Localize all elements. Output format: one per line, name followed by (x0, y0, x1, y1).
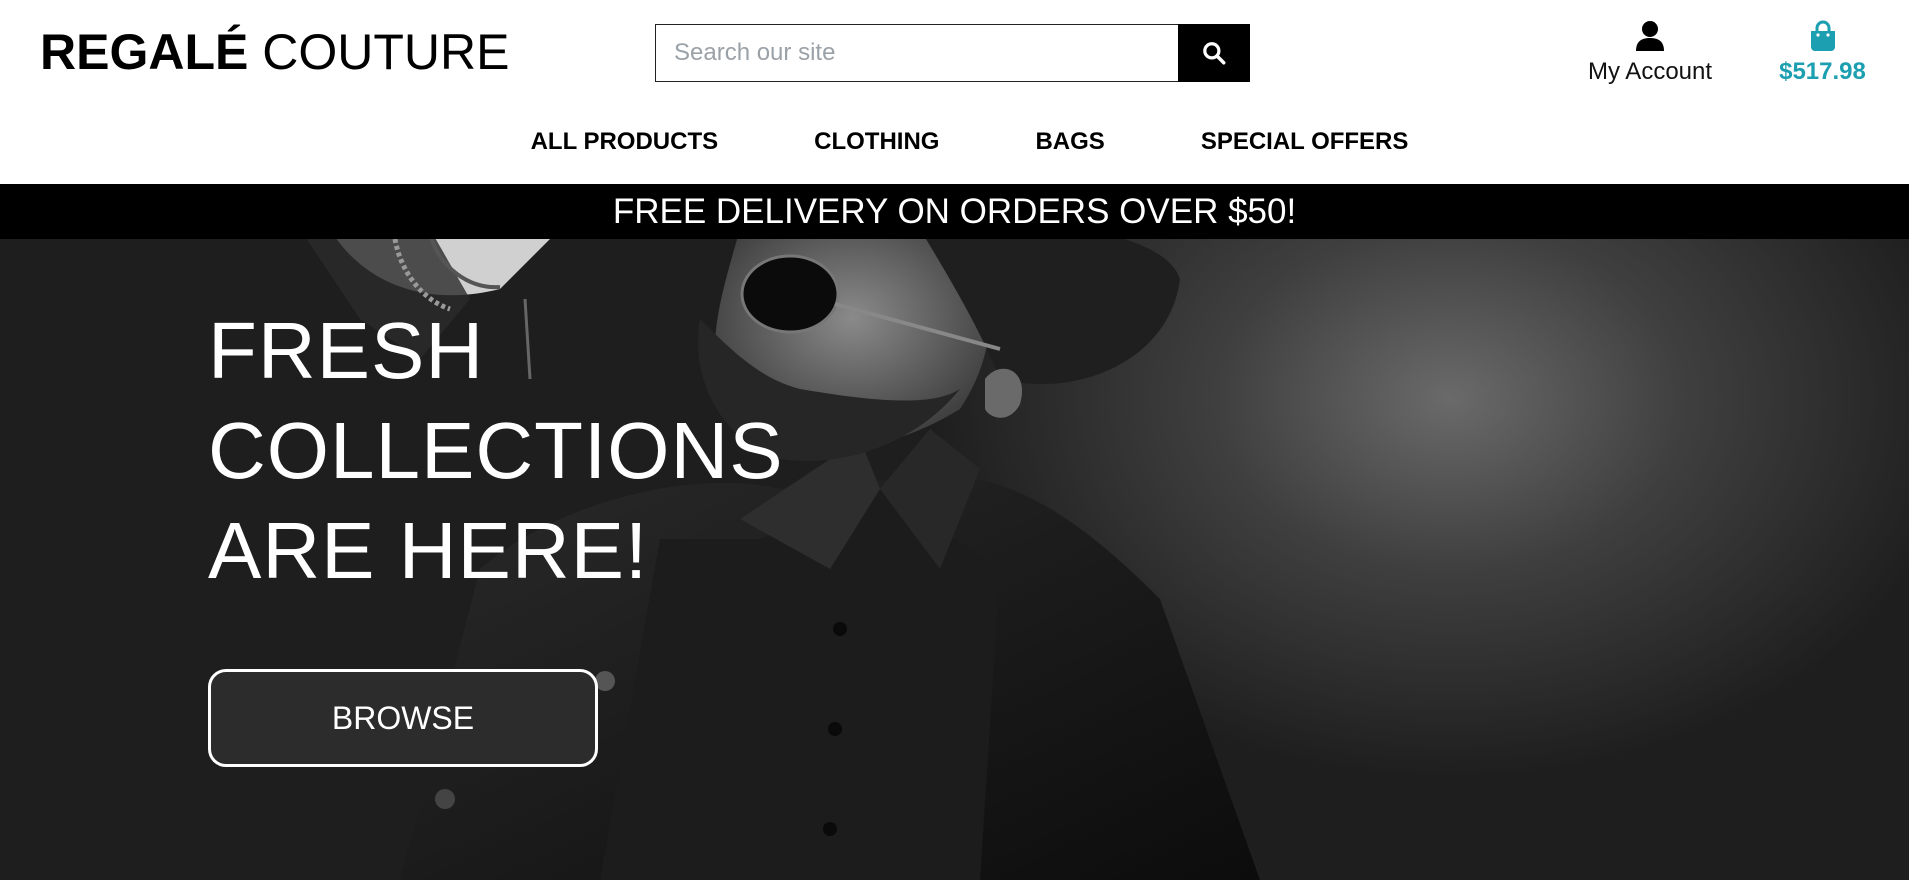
hero-section: FRESH COLLECTIONS ARE HERE! BROWSE (0, 239, 1909, 880)
nav-item-all-products[interactable]: ALL PRODUCTS (483, 120, 767, 166)
search-icon (1203, 42, 1226, 65)
my-account-link[interactable]: My Account (1580, 16, 1720, 86)
browse-button[interactable]: BROWSE (208, 669, 598, 767)
search-button[interactable] (1178, 24, 1250, 82)
bag-total: $517.98 (1779, 58, 1866, 85)
site-header: REGALÉ COUTURE My Account (0, 0, 1909, 184)
logo-brand-light: COUTURE (262, 24, 510, 80)
delivery-banner-text: FREE DELIVERY ON ORDERS OVER $50! (612, 191, 1297, 231)
my-account-label: My Account (1587, 58, 1713, 85)
nav-item-bags[interactable]: BAGS (987, 120, 1152, 166)
logo-brand-bold: REGALÉ (40, 24, 249, 80)
hero-headline-line-3: ARE HERE! (208, 506, 649, 595)
nav-item-clothing[interactable]: CLOTHING (766, 120, 987, 166)
site-logo[interactable]: REGALÉ COUTURE (40, 22, 509, 82)
search-form (655, 24, 1250, 82)
hero-headline: FRESH COLLECTIONS ARE HERE! (208, 301, 908, 601)
delivery-banner: FREE DELIVERY ON ORDERS OVER $50! (0, 184, 1909, 239)
main-nav: ALL PRODUCTS CLOTHING BAGS SPECIAL OFFER… (0, 120, 1909, 166)
user-icon (1636, 21, 1664, 51)
nav-item-special-offers[interactable]: SPECIAL OFFERS (1153, 120, 1457, 166)
hero-headline-line-2: COLLECTIONS (208, 406, 784, 495)
shopping-bag-icon (1810, 20, 1835, 51)
shopping-bag-link[interactable]: $517.98 (1770, 16, 1875, 86)
search-input[interactable] (655, 24, 1178, 82)
hero-headline-line-1: FRESH (208, 306, 485, 395)
